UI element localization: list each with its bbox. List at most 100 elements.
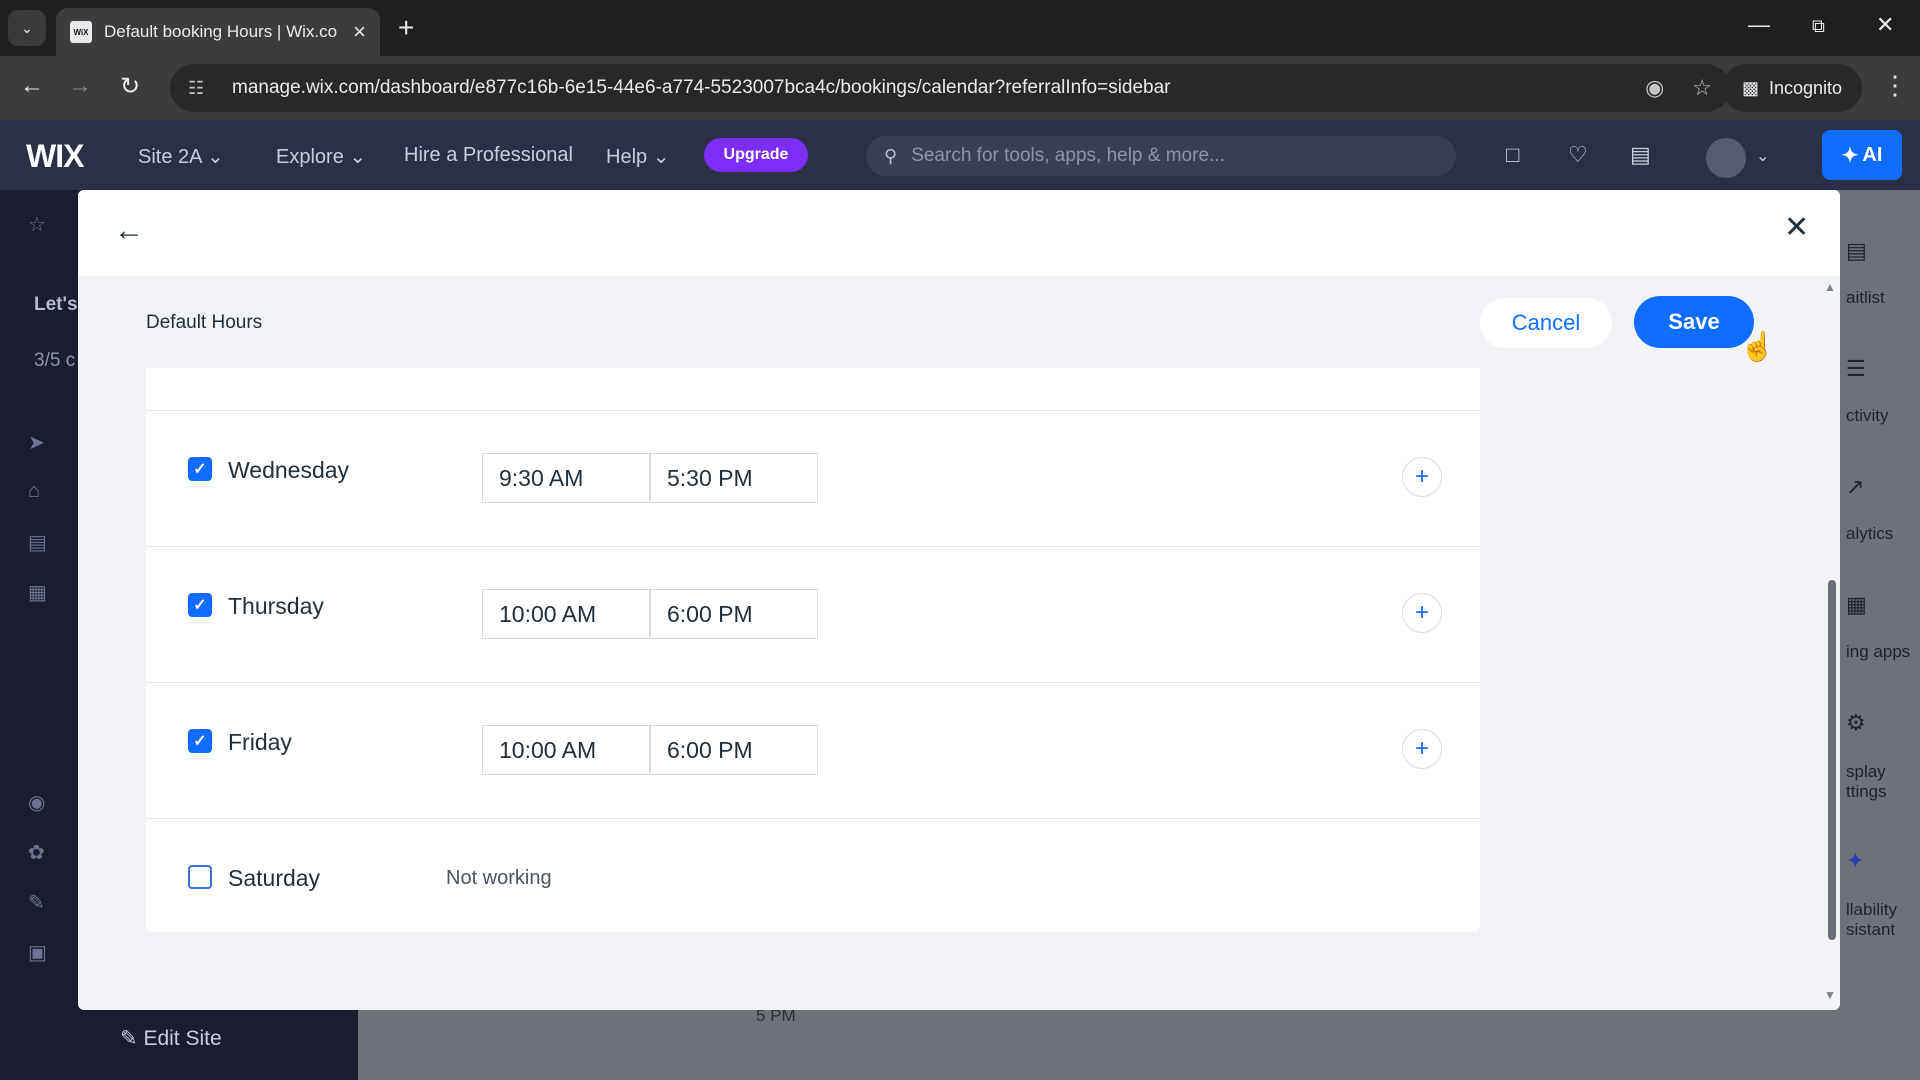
- nav-hire-professional[interactable]: Hire a Professional: [404, 144, 573, 167]
- bookmark-star-icon[interactable]: ☆: [1692, 75, 1712, 101]
- eye-slash-icon[interactable]: ◉: [1645, 75, 1664, 101]
- right-rail-apps: ing apps: [1846, 642, 1911, 661]
- chat-icon[interactable]: □: [1506, 142, 1519, 168]
- right-rail-dimmed: [1838, 190, 1920, 1080]
- incognito-badge[interactable]: ▩ Incognito: [1722, 64, 1862, 112]
- day-row-saturday: Saturday Not working: [146, 818, 1480, 932]
- restore-icon[interactable]: ⧉: [1812, 16, 1825, 37]
- pencil-icon: ✎: [120, 1027, 138, 1050]
- apps-grid-icon: ▦: [1846, 592, 1867, 617]
- apps-icon: ✿: [28, 842, 45, 864]
- pointer-cursor-icon: ☝: [1740, 331, 1775, 362]
- site-name: Site 2A: [138, 146, 202, 168]
- end-time-wednesday[interactable]: 5:30 PM: [650, 453, 818, 503]
- back-icon[interactable]: ←: [20, 72, 44, 100]
- edit-site-label: Edit Site: [143, 1027, 222, 1050]
- nav-explore[interactable]: Explore ⌄: [276, 144, 366, 169]
- right-rail-display: splay: [1846, 762, 1886, 781]
- checkbox-saturday[interactable]: [188, 865, 212, 889]
- checkbox-wednesday[interactable]: ✓: [188, 457, 212, 481]
- nav-explore-label: Explore: [276, 146, 344, 168]
- home-icon: ⌂: [28, 480, 41, 502]
- end-time-friday[interactable]: 6:00 PM: [650, 725, 818, 775]
- chevron-down-icon[interactable]: ⌄: [1756, 146, 1769, 166]
- right-rail-waitlist: aitlist: [1846, 288, 1885, 307]
- right-rail-assistant: sistant: [1846, 920, 1896, 939]
- scroll-up-icon[interactable]: ▲: [1824, 280, 1836, 294]
- save-button[interactable]: Save: [1634, 296, 1754, 348]
- wix-search-input[interactable]: ⚲ Search for tools, apps, help & more...: [866, 136, 1456, 176]
- end-time-thursday[interactable]: 6:00 PM: [650, 589, 818, 639]
- not-working-label: Not working: [446, 867, 552, 889]
- back-arrow-icon[interactable]: ←: [114, 214, 144, 248]
- dollar-icon: ◉: [28, 792, 46, 814]
- list-icon: ☰: [1846, 356, 1866, 381]
- edit-site-button[interactable]: ✎ Edit Site: [120, 1026, 222, 1051]
- day-label-saturday: Saturday: [228, 865, 321, 891]
- ai-label: AI: [1862, 143, 1883, 166]
- star-icon: ☆: [28, 214, 46, 236]
- day-row-wednesday: ✓ Wednesday 9:30 AM 5:30 PM +: [146, 410, 1480, 546]
- start-time-friday[interactable]: 10:00 AM: [482, 725, 650, 775]
- day-label-friday: Friday: [228, 729, 292, 755]
- checkbox-thursday[interactable]: ✓: [188, 593, 212, 617]
- browser-toolbar: ← → ↻ ☷ manage.wix.com/dashboard/e877c16…: [0, 56, 1920, 120]
- modal-scrollbar[interactable]: [1828, 580, 1836, 940]
- forward-icon[interactable]: →: [68, 72, 92, 100]
- chevron-down-icon: ⌄: [652, 146, 670, 168]
- nav-help[interactable]: Help ⌄: [606, 144, 669, 169]
- minimize-icon[interactable]: —: [1748, 12, 1770, 38]
- bell-icon[interactable]: ♡: [1568, 142, 1588, 168]
- url-text: manage.wix.com/dashboard/e877c16b-6e15-4…: [232, 77, 1171, 98]
- browser-menu-icon[interactable]: ⋮: [1882, 70, 1908, 101]
- browser-tabstrip: ⌄ WiX Default booking Hours | Wix.co × +…: [0, 0, 1920, 56]
- close-icon[interactable]: ✕: [1784, 210, 1809, 245]
- sparkle-icon: ✦: [1846, 848, 1865, 873]
- right-rail-availability: llability: [1846, 900, 1898, 919]
- add-hours-wednesday-icon[interactable]: +: [1402, 457, 1442, 497]
- close-tab-icon[interactable]: ×: [353, 19, 366, 45]
- wix-top-bar: WIX Site 2A ⌄ Explore ⌄ Hire a Professio…: [0, 120, 1920, 190]
- browser-tab[interactable]: WiX Default booking Hours | Wix.co ×: [56, 8, 380, 56]
- chart-icon: ↗: [1846, 474, 1865, 499]
- news-icon[interactable]: ▤: [1630, 142, 1651, 168]
- reload-icon[interactable]: ↻: [120, 72, 140, 101]
- upgrade-button[interactable]: Upgrade: [704, 138, 808, 172]
- add-hours-thursday-icon[interactable]: +: [1402, 593, 1442, 633]
- address-bar[interactable]: ☷ manage.wix.com/dashboard/e877c16b-6e15…: [170, 64, 1730, 112]
- close-window-icon[interactable]: ✕: [1876, 12, 1894, 38]
- checkbox-friday[interactable]: ✓: [188, 729, 212, 753]
- cancel-button[interactable]: Cancel: [1480, 298, 1612, 348]
- incognito-label: Incognito: [1768, 77, 1843, 98]
- sidebar-heading: Let's: [34, 294, 78, 315]
- rocket-icon: ➤: [28, 432, 45, 454]
- day-label-thursday: Thursday: [228, 593, 324, 619]
- start-time-wednesday[interactable]: 9:30 AM: [482, 453, 650, 503]
- add-hours-friday-icon[interactable]: +: [1402, 729, 1442, 769]
- hours-card: ✓ Wednesday 9:30 AM 5:30 PM + ✓ Thursday…: [146, 368, 1480, 932]
- page-title: Default Hours: [146, 312, 263, 333]
- new-tab-icon[interactable]: +: [398, 12, 414, 44]
- sidebar-progress: 3/5 c: [34, 350, 76, 371]
- search-placeholder: Search for tools, apps, help & more...: [911, 145, 1225, 166]
- ai-assistant-button[interactable]: ✦ AI: [1822, 130, 1902, 180]
- chevron-down-icon: ⌄: [206, 146, 224, 168]
- site-info-icon[interactable]: ☷: [188, 78, 210, 98]
- site-selector[interactable]: Site 2A ⌄: [138, 144, 224, 169]
- incognito-icon: ▩: [1741, 77, 1759, 98]
- document-icon: ▤: [28, 532, 47, 554]
- chevron-down-icon: ⌄: [349, 146, 367, 168]
- gear-icon: ⚙: [1846, 710, 1866, 735]
- brush-icon: ✎: [28, 892, 45, 914]
- calendar-icon: ▦: [28, 582, 47, 604]
- scroll-down-icon[interactable]: ▼: [1824, 988, 1836, 1002]
- sparkle-icon: ✦: [1841, 144, 1859, 167]
- image-icon: ▣: [28, 942, 47, 964]
- day-label-wednesday: Wednesday: [228, 457, 350, 483]
- tab-search-button[interactable]: ⌄: [8, 10, 46, 46]
- tab-title: Default booking Hours | Wix.co: [104, 22, 338, 41]
- right-rail-analytics: alytics: [1846, 524, 1894, 543]
- avatar[interactable]: [1706, 138, 1746, 178]
- start-time-thursday[interactable]: 10:00 AM: [482, 589, 650, 639]
- wix-logo[interactable]: WIX: [26, 138, 84, 175]
